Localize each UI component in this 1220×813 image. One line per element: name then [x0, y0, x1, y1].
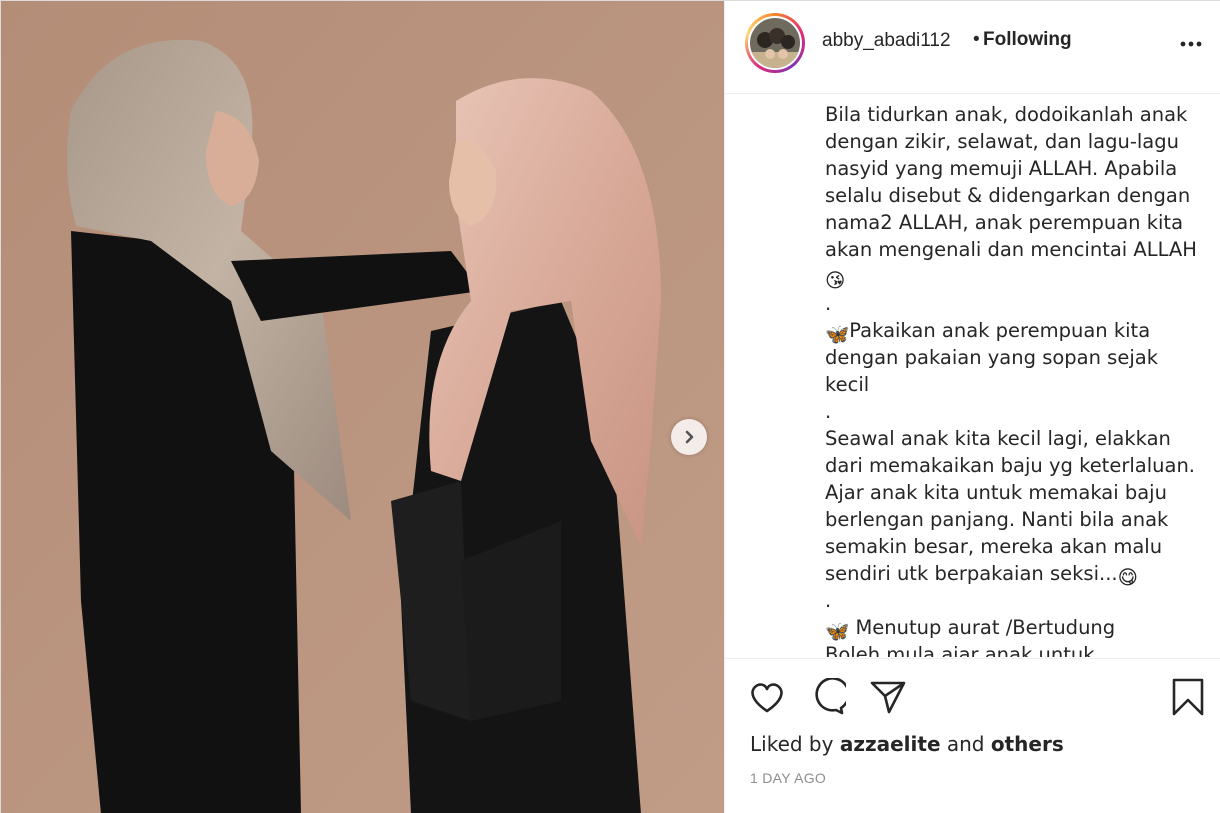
caption-text: selalu disebut & didengarkan dengan [825, 184, 1191, 207]
caption-text: kecil [825, 373, 870, 396]
likes-summary: Liked by azzaelite and others [750, 732, 1064, 756]
caption-text: berlengan panjang. Nanti bila anak [825, 508, 1169, 531]
comment-icon [815, 678, 846, 715]
instagram-post: abby_abadi112 • Following Bila tidurkan … [0, 0, 1220, 813]
bookmark-icon [1172, 678, 1204, 716]
caption-text: Pakaikan anak perempuan kita [849, 319, 1151, 342]
caption-text: Seawal anak kita kecil lagi, elakkan [825, 427, 1171, 450]
avatar [750, 18, 800, 68]
caption-text: dengan zikir, selawat, dan lagu-lagu [825, 130, 1179, 153]
post-photo [1, 1, 724, 813]
story-ring[interactable] [745, 13, 805, 73]
comment-button[interactable] [807, 677, 847, 717]
post-media[interactable] [1, 1, 724, 813]
post-actions: Liked by azzaelite and others 1 DAY AGO [725, 658, 1220, 813]
post-caption: Bila tidurkan anak, dodoikanlah anak deng… [825, 101, 1197, 657]
save-button[interactable] [1168, 677, 1208, 717]
caption-line: Boleh mula ajar anak untuk bertudung [825, 641, 1197, 657]
caption-text: dari memakaikan baju yg keterlaluan. [825, 454, 1195, 477]
share-button[interactable] [868, 677, 908, 717]
caption-text: . [825, 589, 832, 612]
caption-text: nama2 ALLAH, anak perempuan kita [825, 211, 1184, 234]
heart-icon [751, 683, 783, 713]
caption-line: dari memakaikan baju yg keterlaluan. [825, 452, 1197, 479]
caption-line: Bila tidurkan anak, dodoikanlah anak [825, 101, 1197, 128]
paper-plane-icon [870, 681, 906, 714]
caption-line: nama2 ALLAH, anak perempuan kita [825, 209, 1197, 236]
post-header: abby_abadi112 • Following [725, 1, 1220, 94]
following-button[interactable]: Following [983, 29, 1072, 51]
caption-line: kecil [825, 371, 1197, 398]
more-icon [1180, 41, 1202, 47]
caption-text: akan mengenali dan mencintai ALLAH [825, 238, 1197, 261]
caption-line: akan mengenali dan mencintai ALLAH [825, 236, 1197, 263]
caption-line: . [825, 290, 1197, 317]
caption-line: dengan pakaian yang sopan sejak [825, 344, 1197, 371]
caption-line: nasyid yang memuji ALLAH. Apabila [825, 155, 1197, 182]
caption-scroll-area[interactable]: Bila tidurkan anak, dodoikanlah anak deng… [725, 95, 1220, 657]
caption-text: semakin besar, mereka akan malu [825, 535, 1163, 558]
caption-line: . [825, 587, 1197, 614]
caption-line: semakin besar, mereka akan malu [825, 533, 1197, 560]
next-image-button[interactable] [671, 419, 707, 455]
likes-others-link[interactable]: others [991, 732, 1064, 756]
caption-line: dengan zikir, selawat, dan lagu-lagu [825, 128, 1197, 155]
caption-text: dengan pakaian yang sopan sejak [825, 346, 1158, 369]
caption-text: . [825, 292, 832, 315]
caption-text: sendiri utk berpakaian seksi... [825, 562, 1118, 585]
caption-line: Ajar anak kita untuk memakai baju [825, 479, 1197, 506]
post-timestamp[interactable]: 1 DAY AGO [750, 770, 826, 786]
caption-line: sendiri utk berpakaian seksi...😋 [825, 560, 1197, 589]
caption-line: Seawal anak kita kecil lagi, elakkan [825, 425, 1197, 452]
caption-text: nasyid yang memuji ALLAH. Apabila [825, 157, 1178, 180]
caption-text: Ajar anak kita untuk memakai baju [825, 481, 1167, 504]
like-button[interactable] [747, 677, 787, 717]
liked-by-user-link[interactable]: azzaelite [840, 732, 941, 756]
separator-dot: • [973, 29, 980, 50]
avatar-frame [748, 16, 802, 70]
caption-line: . [825, 398, 1197, 425]
author-username[interactable]: abby_abadi112 [822, 30, 951, 52]
caption-text: . [825, 400, 832, 423]
likes-prefix: Liked by [750, 732, 834, 756]
caption-line: 🦋Pakaikan anak perempuan kita [825, 317, 1197, 346]
likes-joiner: and [946, 732, 985, 756]
post-side-panel: abby_abadi112 • Following Bila tidurkan … [724, 1, 1220, 813]
caption-line: berlengan panjang. Nanti bila anak [825, 506, 1197, 533]
more-options-button[interactable] [1175, 29, 1205, 59]
caption-text: Menutup aurat /Bertudung [849, 616, 1116, 639]
emoji-icon: 😋 [1117, 566, 1138, 589]
caption-line: 😘 [825, 263, 1197, 292]
caption-text: Bila tidurkan anak, dodoikanlah anak [825, 103, 1188, 126]
caption-line: selalu disebut & didengarkan dengan [825, 182, 1197, 209]
chevron-right-icon [685, 430, 694, 444]
caption-text: Boleh mula ajar anak untuk bertudung [825, 643, 1095, 657]
caption-line: 🦋 Menutup aurat /Bertudung [825, 614, 1197, 643]
